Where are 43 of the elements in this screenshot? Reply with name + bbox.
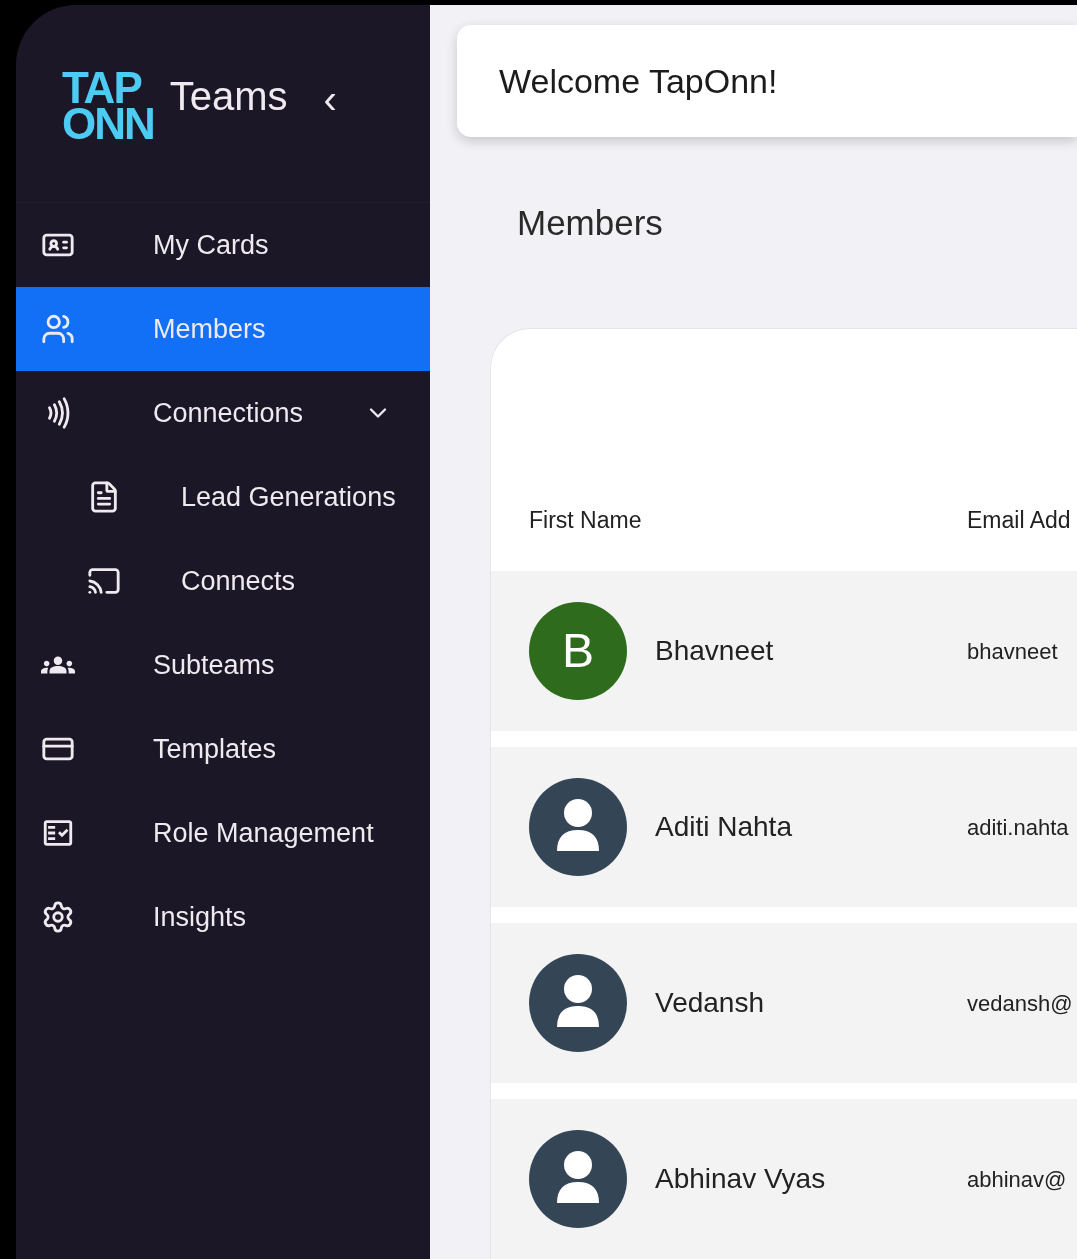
column-header: First Name [529,505,643,535]
table-cell-text: Abhinav Vyas [655,1162,827,1196]
sidebar-item[interactable]: My Cards [16,203,430,287]
sidebar-item[interactable]: Templates [16,707,430,791]
welcome-text: Welcome TapOnn! [499,60,778,102]
sidebar-item-label: Lead Generations [181,480,396,514]
users-icon [41,312,75,346]
table-row[interactable]: B Bhavneet bhavneet [491,571,1077,731]
table-cell-text: Bhavneet [655,634,775,668]
table-row[interactable]: Aditi Nahta aditi.nahta [491,747,1077,907]
logo: TAP ONN [61,65,155,142]
sidebar-item-label: Connections [153,396,304,430]
settings-icon [41,900,75,934]
column-header: Email Add [967,505,1071,535]
table-cell-text: Aditi Nahta [655,810,793,844]
table-cell-text: abhinav@ [967,1165,1067,1194]
table-cell-text: vedansh@ [967,989,1073,1018]
sidebar-item-label: My Cards [153,228,269,262]
sidebar-item-label: Role Management [153,816,374,850]
sidebar-item-label: Connects [181,564,296,598]
table-cell-text: bhavneet [967,637,1058,666]
sidebar-item[interactable]: Connects [16,539,430,623]
sidebar-item-label: Members [153,312,266,346]
avatar: B [529,602,627,700]
collapse-button[interactable]: ‹ [323,78,337,119]
table-cell-text: aditi.nahta [967,813,1069,842]
sidebar-item-label: Insights [153,900,247,934]
app-title: Teams [169,72,288,120]
page-title: Members [517,202,664,244]
sidebar-item[interactable]: Members [16,287,430,371]
avatar-silhouette-icon [529,954,627,1052]
sidebar-item[interactable]: Role Management [16,791,430,875]
avatar-silhouette-icon [529,1130,627,1228]
sidebar-item[interactable]: Insights [16,875,430,959]
sidebar-item[interactable]: Lead Generations [16,455,430,539]
table-row[interactable]: Vedansh vedansh@ [491,923,1077,1083]
table-row[interactable]: Abhinav Vyas abhinav@ [491,1099,1077,1259]
sidebar-item-label: Templates [153,732,277,766]
sidebar-item[interactable]: Subteams [16,623,430,707]
avatar-silhouette-icon [529,778,627,876]
sidebar-item[interactable]: Connections [16,371,430,455]
sidebar-item-label: Subteams [153,648,275,682]
table-cell-text: Vedansh [655,986,765,1020]
